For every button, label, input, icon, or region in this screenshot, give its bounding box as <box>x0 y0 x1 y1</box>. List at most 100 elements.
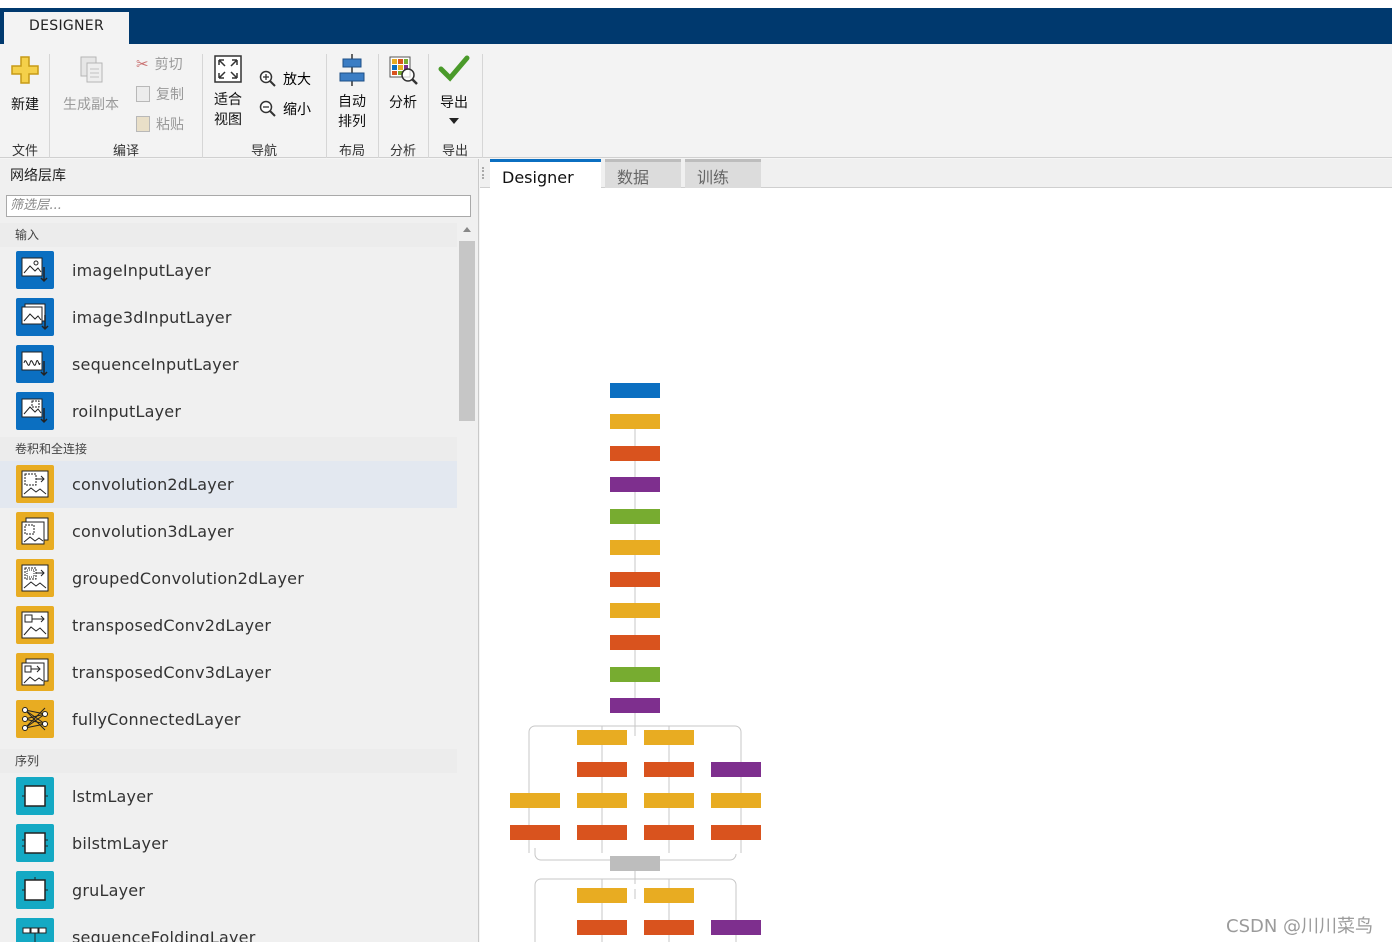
analyze-button[interactable]: 分析 <box>384 54 422 112</box>
graph-node[interactable] <box>644 793 694 808</box>
layer-name: roiInputLayer <box>72 402 182 421</box>
grip-icon[interactable] <box>482 167 488 179</box>
graph-node[interactable] <box>711 825 761 840</box>
fit-label-1: 适合 <box>214 92 242 108</box>
graph-node[interactable] <box>610 446 660 461</box>
graph-node[interactable] <box>644 762 694 777</box>
image3d-input-icon <box>16 298 54 336</box>
app-window: DESIGNER 新建 生成副本 ✂ 剪切 复制 粘贴 适合 视图 放大 缩小 … <box>0 0 1392 942</box>
export-dropdown-icon[interactable] <box>449 118 459 124</box>
auto-arrange-button[interactable]: 自动 排列 <box>332 54 372 132</box>
export-button[interactable]: 导出 <box>434 54 474 124</box>
roi-input-icon <box>16 392 54 430</box>
tab-train[interactable]: 训练 <box>685 159 761 188</box>
fit-view-button[interactable]: 适合 视图 <box>208 54 248 130</box>
graph-node[interactable] <box>577 793 627 808</box>
graph-node[interactable] <box>577 825 627 840</box>
ribbon-tab-bar: DESIGNER <box>0 8 1392 44</box>
graph-node[interactable] <box>577 888 627 903</box>
list-item[interactable]: gruLayer <box>0 867 457 914</box>
list-item[interactable]: lstmLayer <box>0 773 457 820</box>
graph-node[interactable] <box>610 509 660 524</box>
graph-node[interactable] <box>510 793 560 808</box>
tab-designer-canvas[interactable]: Designer <box>490 159 601 188</box>
graph-node-input[interactable] <box>610 383 660 398</box>
export-label: 导出 <box>440 95 468 111</box>
list-item[interactable]: convolution3dLayer <box>0 508 457 555</box>
duplicate-label: 生成副本 <box>63 97 119 113</box>
group-label-compile: 编译 <box>112 144 139 159</box>
graph-node[interactable] <box>644 920 694 935</box>
auto-arrange-label-2: 排列 <box>338 114 366 130</box>
zoom-in-button[interactable]: 放大 <box>259 69 311 89</box>
graph-node[interactable] <box>610 540 660 555</box>
zoom-out-button[interactable]: 缩小 <box>259 99 311 119</box>
graph-node-concat[interactable] <box>610 856 660 871</box>
list-item[interactable]: sequenceInputLayer <box>0 341 457 388</box>
cut-button[interactable]: ✂ 剪切 <box>136 54 183 74</box>
graph-node[interactable] <box>644 888 694 903</box>
transposed-conv3d-icon <box>16 653 54 691</box>
list-item[interactable]: fullyConnectedLayer <box>0 696 457 743</box>
scroll-thumb[interactable] <box>459 241 475 421</box>
list-item[interactable]: roiInputLayer <box>0 388 457 435</box>
graph-node[interactable] <box>577 920 627 935</box>
library-scrollbar[interactable] <box>459 223 477 942</box>
fully-connected-icon <box>16 700 54 738</box>
list-item[interactable]: bilstmLayer <box>0 820 457 867</box>
graph-node[interactable] <box>510 825 560 840</box>
graph-node[interactable] <box>610 477 660 492</box>
title-strip <box>0 0 1392 8</box>
graph-node[interactable] <box>610 414 660 429</box>
list-item[interactable]: groupedConvolution2dLayer <box>0 555 457 602</box>
layer-name: imageInputLayer <box>72 261 211 280</box>
layer-name: sequenceFoldingLayer <box>72 928 256 942</box>
graph-node[interactable] <box>577 762 627 777</box>
tab-data[interactable]: 数据 <box>605 159 681 188</box>
zoom-out-label: 缩小 <box>283 102 311 118</box>
group-label-export: 导出 <box>441 144 468 159</box>
list-item[interactable]: convolution2dLayer <box>0 461 457 508</box>
graph-node[interactable] <box>711 920 761 935</box>
new-button[interactable]: 新建 <box>6 54 44 114</box>
group-label-layout: 布局 <box>338 144 365 159</box>
graph-node[interactable] <box>610 698 660 713</box>
layer-name: transposedConv3dLayer <box>72 663 272 682</box>
graph-node[interactable] <box>577 730 627 745</box>
graph-node[interactable] <box>610 635 660 650</box>
duplicate-button[interactable]: 生成副本 <box>58 54 124 114</box>
list-item[interactable]: transposedConv2dLayer <box>0 602 457 649</box>
checkmark-icon <box>438 55 470 82</box>
category-input: 输入 <box>0 223 457 247</box>
graph-node[interactable] <box>644 825 694 840</box>
network-graph[interactable] <box>480 189 1392 942</box>
graph-node[interactable] <box>711 793 761 808</box>
grouped-convolution-icon <box>16 559 54 597</box>
bilstm-icon <box>16 824 54 862</box>
layer-name: fullyConnectedLayer <box>72 710 241 729</box>
filter-layers-input[interactable]: 筛选层... <box>6 195 471 217</box>
tab-designer[interactable]: DESIGNER <box>4 12 129 44</box>
copy-button[interactable]: 复制 <box>136 84 184 104</box>
graph-node[interactable] <box>610 572 660 587</box>
graph-node[interactable] <box>610 667 660 682</box>
layer-name: image3dInputLayer <box>72 308 232 327</box>
watermark: CSDN @川川菜鸟 <box>1226 916 1374 937</box>
copy-icon <box>136 86 150 102</box>
layer-name: groupedConvolution2dLayer <box>72 569 305 588</box>
list-item[interactable]: imageInputLayer <box>0 247 457 294</box>
paste-button[interactable]: 粘贴 <box>136 114 184 134</box>
cut-label: 剪切 <box>154 57 183 73</box>
fit-view-icon <box>214 55 242 83</box>
graph-node[interactable] <box>711 762 761 777</box>
layer-name: sequenceInputLayer <box>72 355 239 374</box>
graph-node[interactable] <box>644 730 694 745</box>
list-item[interactable]: transposedConv3dLayer <box>0 649 457 696</box>
layer-list: 输入 imageInputLayer image3dInputLayer seq… <box>0 223 457 942</box>
toolstrip: 新建 生成副本 ✂ 剪切 复制 粘贴 适合 视图 放大 缩小 自动 排列 分析 … <box>0 44 1392 159</box>
graph-node[interactable] <box>610 603 660 618</box>
list-item[interactable]: image3dInputLayer <box>0 294 457 341</box>
list-item[interactable]: sequenceFoldingLayer <box>0 914 457 942</box>
scroll-up-arrow-icon[interactable] <box>463 227 471 232</box>
sequence-folding-icon <box>16 918 54 942</box>
